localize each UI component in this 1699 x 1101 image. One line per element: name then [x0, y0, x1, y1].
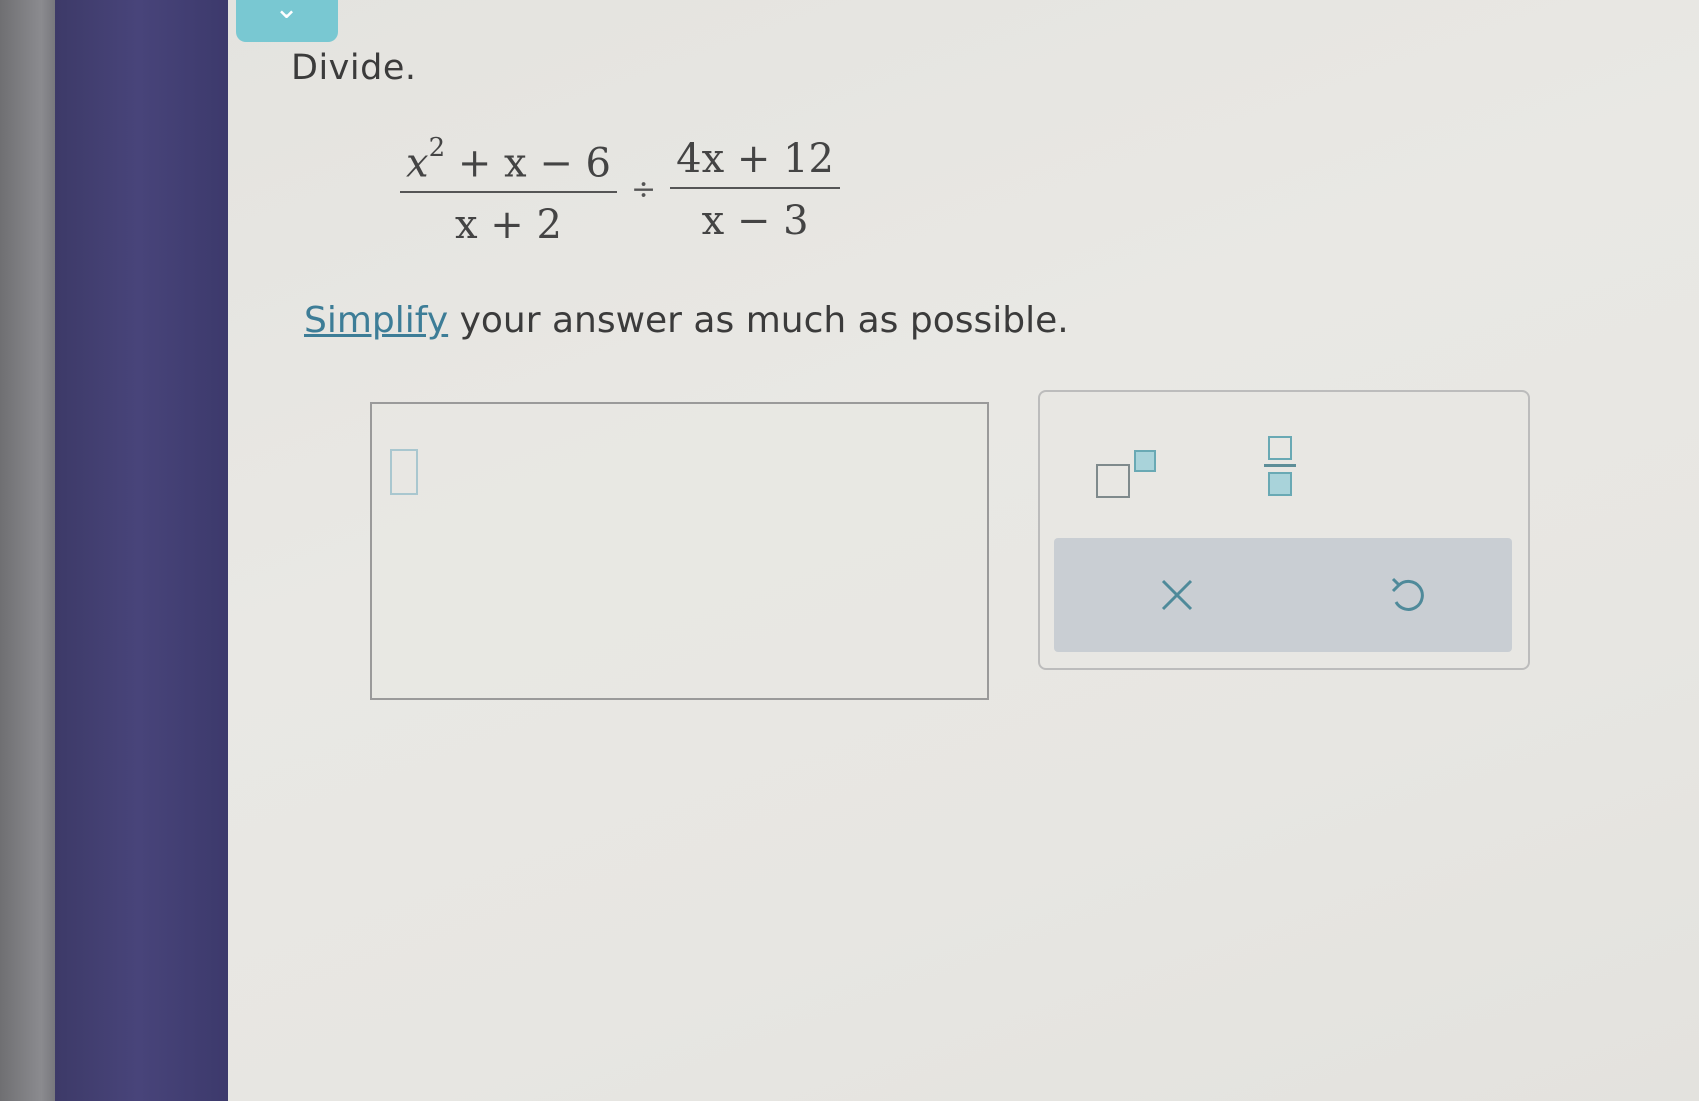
math-expression: x2 + x − 6 x + 2 ÷ 4x + 12 x − 3	[400, 130, 841, 249]
left-numerator-exponent: 2	[428, 133, 446, 163]
left-numerator: x2 + x − 6	[400, 130, 617, 187]
clear-button[interactable]	[1142, 560, 1212, 630]
fraction-bar	[400, 191, 618, 194]
superscript-template-icon	[1096, 464, 1130, 498]
fraction-template-icon	[1268, 436, 1292, 460]
sidebar-panel	[55, 0, 240, 1101]
right-numerator: 4x + 12	[676, 135, 835, 182]
chevron-down-icon: ⌄	[274, 0, 300, 26]
right-denominator: x − 3	[701, 197, 809, 244]
division-operator: ÷	[631, 172, 657, 208]
exponent-box-icon	[1134, 450, 1156, 472]
denominator-box-icon	[1268, 472, 1292, 496]
fraction-button[interactable]	[1262, 432, 1302, 512]
math-tool-panel	[1038, 390, 1530, 670]
right-fraction: 4x + 12 x − 3	[670, 135, 841, 245]
left-numerator-base: x	[406, 140, 429, 187]
fraction-bar	[670, 186, 841, 189]
question-instruction: Divide.	[291, 48, 417, 88]
left-denominator: x + 2	[455, 202, 562, 249]
simplify-link[interactable]: Simplify	[304, 300, 448, 341]
action-bar	[1054, 538, 1512, 652]
fraction-line-icon	[1264, 464, 1296, 467]
collapse-tab[interactable]: ⌄	[236, 0, 338, 42]
undo-icon	[1391, 577, 1424, 611]
clear-x-icon	[1161, 579, 1193, 611]
undo-button[interactable]	[1372, 560, 1442, 630]
direction-text: your answer as much as possible.	[448, 300, 1069, 341]
superscript-button[interactable]	[1092, 442, 1162, 502]
answer-input[interactable]	[370, 402, 989, 700]
input-placeholder-box[interactable]	[390, 449, 418, 495]
question-direction: Simplify your answer as much as possible…	[304, 300, 1069, 341]
left-numerator-rest: + x − 6	[445, 140, 612, 187]
left-fraction: x2 + x − 6 x + 2	[400, 130, 618, 249]
